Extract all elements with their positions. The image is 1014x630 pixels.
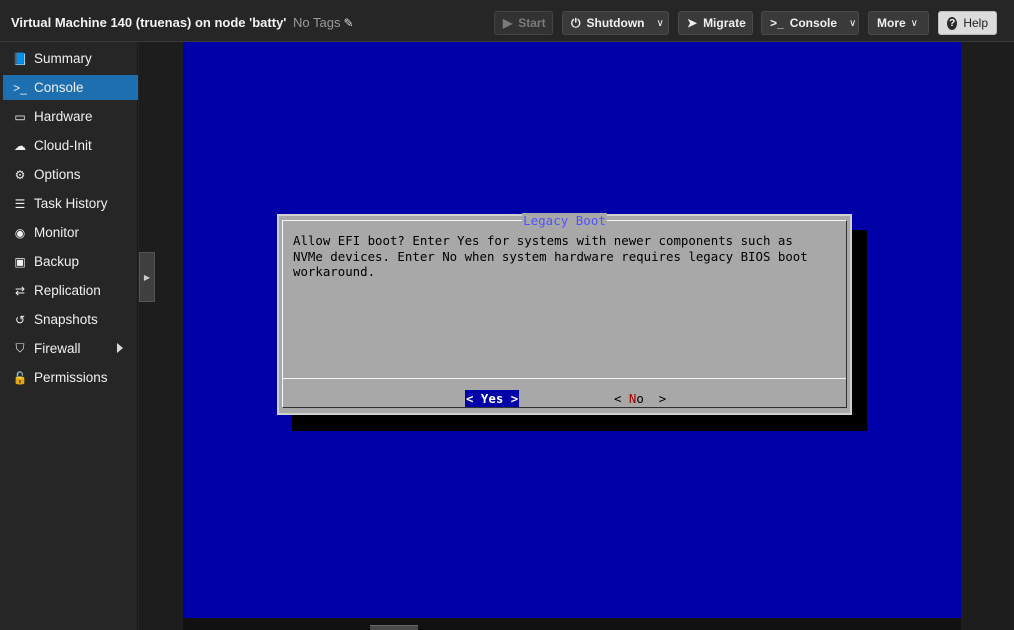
- sidebar-collapse-handle[interactable]: ▶: [139, 252, 155, 302]
- eye-icon: ◉: [14, 225, 26, 240]
- help-button[interactable]: ? Help: [938, 11, 997, 35]
- legacy-boot-dialog: Legacy Boot Allow EFI boot? Enter Yes fo…: [277, 213, 852, 415]
- dialog-title: Legacy Boot: [522, 213, 607, 228]
- sidebar-item-replication[interactable]: ⇄ Replication: [3, 278, 138, 303]
- sidebar-item-console[interactable]: >_ Console: [3, 75, 138, 100]
- question-icon: ?: [947, 16, 958, 30]
- power-icon: ⏻: [571, 15, 581, 30]
- chevron-down-icon[interactable]: ∨: [849, 18, 856, 29]
- top-toolbar: Virtual Machine 140 (truenas) on node 'b…: [0, 0, 1014, 42]
- pencil-icon[interactable]: ✎: [343, 16, 353, 30]
- console-button[interactable]: >_ Console ∨: [761, 11, 859, 35]
- book-icon: 📘: [12, 51, 28, 66]
- unlock-icon: 🔓: [12, 370, 28, 385]
- dialog-separator: [283, 378, 846, 379]
- sidebar-item-firewall[interactable]: ⛉ Firewall: [3, 336, 138, 361]
- sidebar-item-summary[interactable]: 📘 Summary: [3, 46, 138, 71]
- sidebar-item-options[interactable]: ⚙ Options: [3, 162, 138, 187]
- paper-plane-icon: ➤: [687, 16, 698, 30]
- cloud-icon: ☁: [14, 138, 26, 153]
- shield-icon: ⛉: [15, 341, 25, 355]
- floppy-icon: ▣: [14, 254, 26, 269]
- caret-right-icon: ▶: [143, 272, 151, 282]
- chevron-down-icon: ∨: [910, 17, 918, 29]
- dialog-message: Allow EFI boot? Enter Yes for systems wi…: [293, 233, 808, 280]
- expand-arrow-icon[interactable]: [117, 343, 123, 353]
- gear-icon: ⚙: [14, 167, 26, 182]
- retweet-icon: ⇄: [14, 283, 26, 298]
- console-bottom-bar: [183, 618, 961, 630]
- tags-label: No Tags: [293, 15, 341, 30]
- terminal-icon: >_: [770, 16, 784, 30]
- shutdown-button[interactable]: ⏻ Shutdown ∨: [562, 11, 669, 35]
- sidebar-item-task-history[interactable]: ☰ Task History: [3, 191, 138, 216]
- terminal-icon: >_: [13, 80, 27, 95]
- dialog-frame: Legacy Boot Allow EFI boot? Enter Yes fo…: [282, 213, 847, 408]
- monitor-icon: ▭: [14, 109, 26, 124]
- novnc-control-tab[interactable]: [370, 625, 418, 630]
- start-button[interactable]: ▶ Start: [494, 11, 553, 35]
- sidebar-item-hardware[interactable]: ▭ Hardware: [3, 104, 138, 129]
- chevron-down-icon[interactable]: ∨: [656, 18, 663, 29]
- no-button[interactable]: < No >: [614, 390, 666, 407]
- sidebar-item-permissions[interactable]: 🔓 Permissions: [3, 365, 138, 390]
- history-icon: ↺: [14, 312, 26, 327]
- yes-button[interactable]: < Yes >: [465, 390, 520, 407]
- more-button[interactable]: More ∨: [868, 11, 929, 35]
- sidebar-item-cloud-init[interactable]: ☁ Cloud-Init: [3, 133, 138, 158]
- sidebar-item-monitor[interactable]: ◉ Monitor: [3, 220, 138, 245]
- migrate-button[interactable]: ➤ Migrate: [678, 11, 753, 35]
- tags-editor[interactable]: No Tags ✎: [293, 15, 354, 30]
- sidebar-item-backup[interactable]: ▣ Backup: [3, 249, 138, 274]
- play-icon: ▶: [503, 16, 513, 30]
- list-icon: ☰: [14, 196, 26, 211]
- page-title: Virtual Machine 140 (truenas) on node 'b…: [11, 15, 287, 30]
- sidebar-item-snapshots[interactable]: ↺ Snapshots: [3, 307, 138, 332]
- sidebar: 📘 Summary >_ Console ▭ Hardware ☁ Cloud-Init…: [0, 42, 138, 630]
